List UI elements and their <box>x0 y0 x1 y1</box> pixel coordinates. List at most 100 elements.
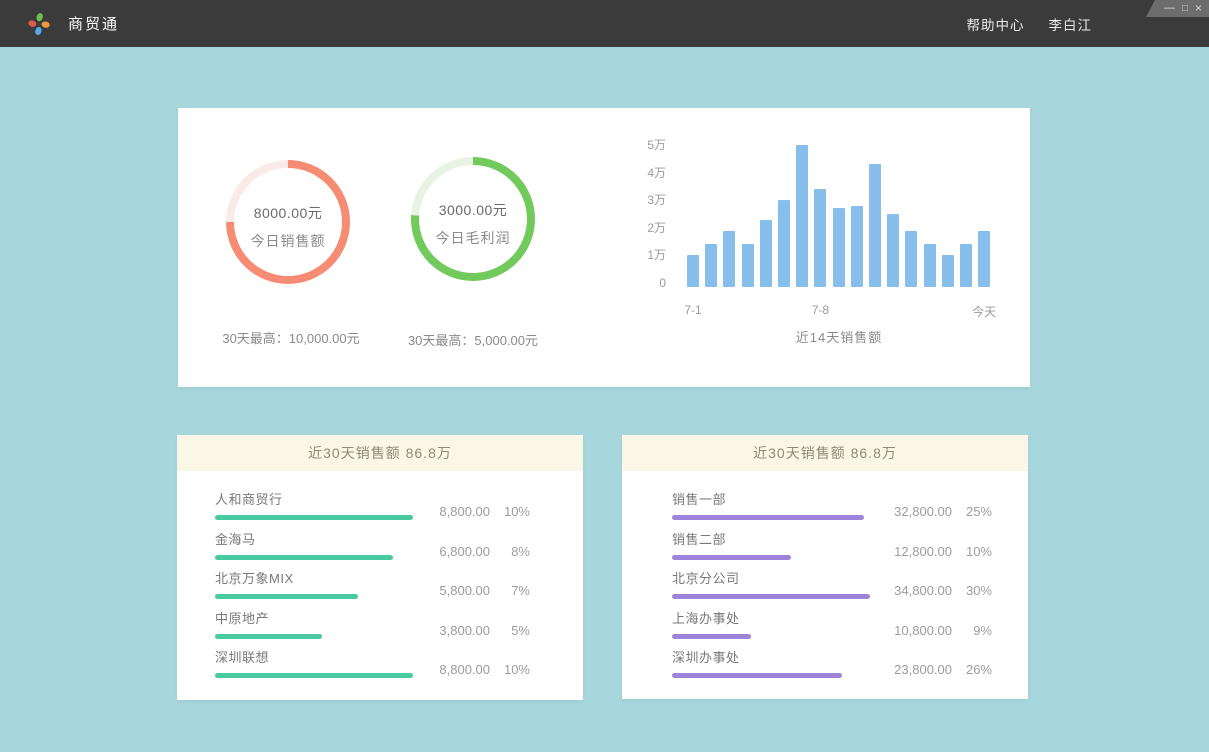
rank-row-bar <box>672 634 751 639</box>
rank-row-numbers: 32,800.0025% <box>888 504 992 519</box>
rank-row-percent: 5% <box>496 623 530 638</box>
help-center-link[interactable]: 帮助中心 <box>967 14 1025 34</box>
close-button[interactable]: × <box>1195 1 1202 16</box>
rank-row-value: 8,800.00 <box>426 504 490 519</box>
user-menu[interactable]: 李白江 <box>1049 14 1093 34</box>
bar <box>760 220 772 287</box>
y-axis-tick: 5万 <box>647 138 666 152</box>
department-rank-card: 近30天销售额 86.8万 销售一部 32,800.0025% 销售二部 12,800… <box>622 435 1028 699</box>
bar-chart-x-axis: 7-1 7-8 今天 <box>683 303 995 319</box>
y-axis-tick: 2万 <box>647 221 666 235</box>
bar <box>960 244 972 287</box>
y-axis-tick: 1万 <box>647 248 666 262</box>
rank-row-label: 上海办事处 <box>672 611 870 626</box>
bar <box>924 244 936 287</box>
rank-row-bar <box>672 515 864 520</box>
app-window: 商贸通 帮助中心 李白江 — □ × 8000.00元 今日销售额 3000.0… <box>0 0 1209 752</box>
rank-row-numbers: 8,800.00 10% <box>426 504 530 519</box>
rank-row: 销售一部 32,800.0025% <box>672 492 992 520</box>
customer-rank-card-title: 近30天销售额 86.8万 <box>177 435 583 471</box>
today-profit-value: 3000.00元 <box>439 200 508 220</box>
x-axis-tick: 7-1 <box>684 303 701 317</box>
rank-row-left: 销售二部 <box>672 532 870 560</box>
rank-row-percent: 10% <box>496 504 530 519</box>
rank-row-numbers: 12,800.00 10% <box>888 544 992 559</box>
topbar: 商贸通 帮助中心 李白江 — □ × <box>0 0 1209 47</box>
rank-row-bar <box>215 594 358 599</box>
bar <box>723 231 735 287</box>
profit-30day-max: 30天最高：5,000.00元 <box>360 330 586 349</box>
rank-row-percent: 10% <box>958 544 992 559</box>
rank-row: 人和商贸行 8,800.00 10% <box>215 492 530 520</box>
rank-row-percent: 9% <box>958 623 992 638</box>
rank-row-numbers: 23,800.0026% <box>888 662 992 677</box>
minimize-button[interactable]: — <box>1164 1 1175 16</box>
rank-row-left: 北京万象MIX <box>215 571 413 599</box>
rank-row: 上海办事处 10,800.00 9% <box>672 611 992 639</box>
app-logo-icon <box>27 12 51 36</box>
y-axis-tick: 0 <box>659 276 666 290</box>
rank-row-label: 深圳办事处 <box>672 650 870 665</box>
rank-row-left: 深圳办事处 <box>672 650 870 678</box>
today-sales-label: 今日销售额 <box>251 231 326 251</box>
department-rank-list: 销售一部 32,800.0025% 销售二部 12,800.00 10% 北京分公司 34,… <box>622 471 1028 678</box>
rank-row-percent: 26% <box>958 662 992 677</box>
bar <box>978 231 990 287</box>
bar <box>705 244 717 287</box>
bar <box>778 200 790 287</box>
rank-row-left: 人和商贸行 <box>215 492 413 520</box>
bar <box>814 189 826 287</box>
rank-row-left: 中原地产 <box>215 611 413 639</box>
today-sales-donut: 8000.00元 今日销售额 <box>226 160 350 284</box>
bar <box>887 214 899 287</box>
rank-row-label: 北京万象MIX <box>215 571 413 586</box>
bar <box>851 206 863 287</box>
customer-rank-card: 近30天销售额 86.8万 人和商贸行 8,800.00 10% 金海马 6,800.0… <box>177 435 583 700</box>
rank-row: 北京分公司 34,800.0030% <box>672 571 992 599</box>
rank-row-label: 北京分公司 <box>672 571 870 586</box>
rank-row-label: 深圳联想 <box>215 650 413 665</box>
bar <box>869 164 881 287</box>
bar-chart-title: 近14天销售额 <box>683 327 995 346</box>
rank-row-value: 6,800.00 <box>426 544 490 559</box>
rank-row-numbers: 34,800.0030% <box>888 583 992 598</box>
bar <box>796 145 808 287</box>
rank-row-bar <box>672 673 842 678</box>
app-title: 商贸通 <box>68 13 119 34</box>
today-profit-label: 今日毛利润 <box>436 228 511 248</box>
y-axis-tick: 3万 <box>647 193 666 207</box>
rank-row-value: 8,800.00 <box>426 662 490 677</box>
rank-row-numbers: 6,800.00 8% <box>426 544 530 559</box>
rank-row-label: 销售一部 <box>672 492 870 507</box>
y-axis-tick: 4万 <box>647 166 666 180</box>
rank-row: 销售二部 12,800.00 10% <box>672 532 992 560</box>
bar <box>905 231 917 287</box>
rank-row-value: 5,800.00 <box>426 583 490 598</box>
rank-row: 深圳办事处 23,800.0026% <box>672 650 992 678</box>
topbar-menu: 帮助中心 李白江 <box>967 14 1093 34</box>
rank-row-percent: 8% <box>496 544 530 559</box>
rank-row-left: 金海马 <box>215 532 413 560</box>
rank-row-left: 北京分公司 <box>672 571 870 599</box>
rank-row-value: 12,800.00 <box>888 544 952 559</box>
department-rank-card-title: 近30天销售额 86.8万 <box>622 435 1028 471</box>
rank-row-bar <box>215 673 413 678</box>
today-profit-donut-center: 3000.00元 今日毛利润 <box>419 165 527 273</box>
x-axis-tick: 今天 <box>972 303 996 320</box>
maximize-button[interactable]: □ <box>1182 1 1188 16</box>
rank-row: 金海马 6,800.00 8% <box>215 532 530 560</box>
bar <box>742 244 754 287</box>
rank-row-numbers: 5,800.00 7% <box>426 583 530 598</box>
rank-row-percent: 7% <box>496 583 530 598</box>
rank-row-label: 销售二部 <box>672 532 870 547</box>
bar <box>687 255 699 287</box>
bar-chart-y-axis: 0 1万 2万 3万 4万 5万 <box>618 127 666 287</box>
rank-row-left: 深圳联想 <box>215 650 413 678</box>
today-profit-donut: 3000.00元 今日毛利润 <box>411 157 535 281</box>
rank-row-value: 3,800.00 <box>426 623 490 638</box>
rank-row-left: 上海办事处 <box>672 611 870 639</box>
rank-row-label: 金海马 <box>215 532 413 547</box>
rank-row-numbers: 3,800.00 5% <box>426 623 530 638</box>
x-axis-tick: 7-8 <box>812 303 829 317</box>
rank-row-value: 10,800.00 <box>888 623 952 638</box>
